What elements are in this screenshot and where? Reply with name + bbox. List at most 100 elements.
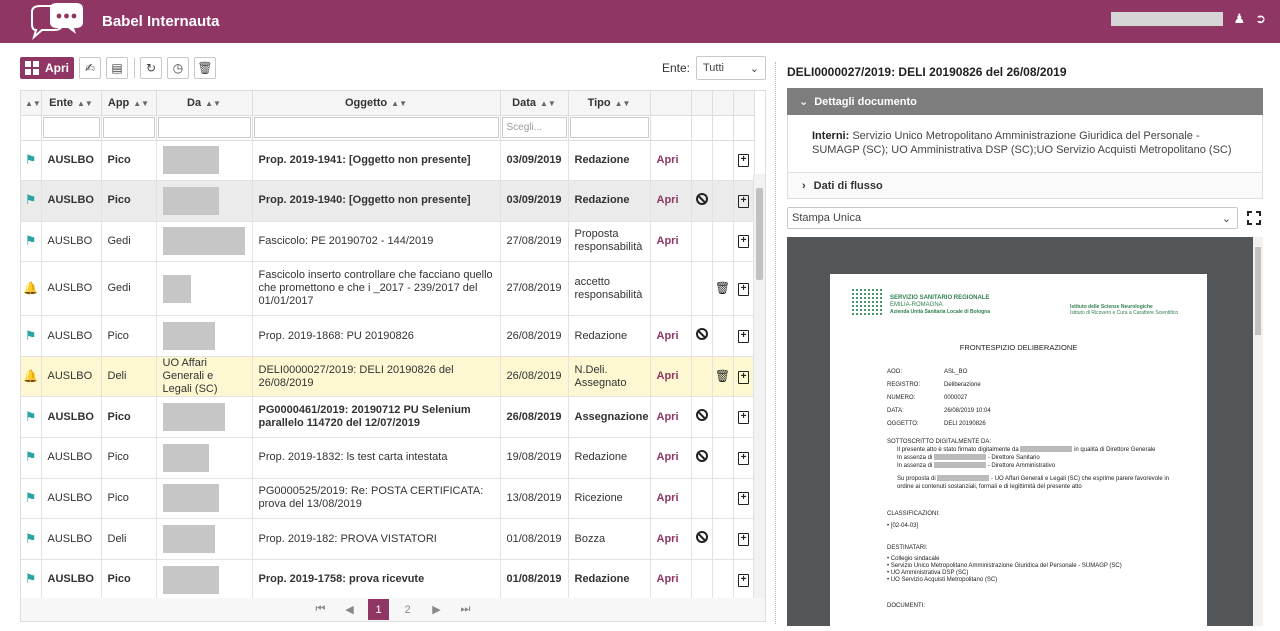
flow-data-accordion-header[interactable]: › Dati di flusso bbox=[787, 173, 1263, 199]
da-cell bbox=[156, 315, 253, 357]
open-link[interactable]: Apri bbox=[657, 451, 679, 463]
table-row[interactable]: ⚑ AUSLBO Pico PG0000461/2019: 20190712 PU S… bbox=[21, 396, 755, 439]
open-link[interactable]: Apri bbox=[657, 370, 679, 382]
user-icon[interactable]: ♟ bbox=[1233, 12, 1245, 26]
table-row[interactable]: ⚑ AUSLBO Pico Prop. 2019-1832: ls test cart… bbox=[21, 437, 755, 479]
logout-icon[interactable]: ➲ bbox=[1255, 12, 1266, 26]
last-page-button[interactable]: ⏭ bbox=[455, 599, 476, 620]
pdf-org-left: SERVIZIO SANITARIO REGIONALE EMILIA-ROMA… bbox=[890, 295, 991, 315]
add-document-icon[interactable]: + bbox=[738, 411, 749, 425]
table-row[interactable]: 🔔 AUSLBO Gedi Fascicolo inserto controllare… bbox=[21, 261, 755, 317]
sign-button[interactable]: ✍ bbox=[79, 57, 101, 79]
table-row[interactable]: ⚑ AUSLBO Pico PG0000525/2019: Re: POSTA CER… bbox=[21, 478, 755, 520]
next-page-button[interactable]: ▶ bbox=[426, 599, 447, 620]
oggetto-cell: DELI0000027/2019: DELI 20190826 del 26/0… bbox=[252, 356, 501, 398]
open-link[interactable]: Apri bbox=[657, 330, 679, 342]
trash-cell bbox=[712, 180, 734, 222]
prev-page-button[interactable]: ◀ bbox=[339, 599, 360, 620]
flag-icon[interactable]: ⚑ bbox=[25, 409, 37, 424]
filter-ente-input[interactable] bbox=[42, 117, 100, 138]
filter-da-input[interactable] bbox=[157, 117, 251, 138]
fullscreen-icon[interactable] bbox=[1247, 211, 1261, 225]
open-link[interactable]: Apri bbox=[657, 492, 679, 504]
trash-icon[interactable]: 🗑 bbox=[715, 369, 730, 383]
flag-icon[interactable]: ⚑ bbox=[25, 449, 37, 464]
add-document-icon[interactable]: + bbox=[738, 282, 749, 296]
history-button[interactable]: ◷ bbox=[167, 57, 189, 79]
ente-select[interactable]: Tutti ⌄ bbox=[696, 56, 766, 80]
table-row[interactable]: ⚑ AUSLBO Pico Prop. 2019-1941: [Oggetto non… bbox=[21, 140, 755, 182]
da-cell bbox=[156, 180, 253, 222]
open-link[interactable]: Apri bbox=[657, 235, 679, 247]
stamp-button[interactable]: ▤ bbox=[106, 57, 128, 79]
filter-tipo-input[interactable] bbox=[569, 117, 649, 138]
flag-icon[interactable]: ⚑ bbox=[25, 233, 37, 248]
flag-icon[interactable]: ⚑ bbox=[25, 490, 37, 505]
chevron-down-icon: ⌄ bbox=[749, 62, 759, 75]
bell-icon[interactable]: 🔔 bbox=[23, 369, 38, 383]
open-link[interactable]: Apri bbox=[657, 533, 679, 545]
add-document-icon[interactable]: + bbox=[738, 235, 749, 249]
page-2-button[interactable]: 2 bbox=[397, 599, 418, 620]
details-accordion-header[interactable]: ⌄ Dettagli documento bbox=[787, 88, 1263, 115]
filter-oggetto-input[interactable] bbox=[253, 117, 499, 138]
delete-button[interactable]: 🗑 bbox=[194, 57, 216, 79]
table-row[interactable]: ⚑ AUSLBO Pico Prop. 2019-1758: prova ricevu… bbox=[21, 559, 755, 599]
ban-icon[interactable] bbox=[695, 531, 708, 544]
preview-scrollbar[interactable] bbox=[1253, 237, 1263, 626]
flag-icon[interactable]: ⚑ bbox=[25, 328, 37, 343]
open-link[interactable]: Apri bbox=[657, 154, 679, 166]
table-row[interactable]: ⚑ AUSLBO Gedi Fascicolo: PE 20190702 - 144/… bbox=[21, 221, 755, 263]
col-header-oggetto[interactable]: Oggetto ▲▼ bbox=[252, 91, 501, 116]
filter-app-input[interactable] bbox=[102, 117, 155, 138]
add-document-icon[interactable]: + bbox=[738, 330, 749, 344]
table-row[interactable]: ⚑ AUSLBO Pico Prop. 2019-1940: [Oggetto non… bbox=[21, 180, 755, 222]
bell-icon[interactable]: 🔔 bbox=[23, 281, 38, 295]
flag-icon[interactable]: ⚑ bbox=[25, 152, 37, 167]
page-1-button[interactable]: 1 bbox=[368, 599, 389, 620]
add-document-icon[interactable]: + bbox=[738, 573, 749, 587]
table-scrollbar[interactable] bbox=[753, 174, 765, 599]
ban-icon[interactable] bbox=[695, 328, 708, 341]
add-document-icon[interactable]: + bbox=[738, 154, 749, 168]
da-cell bbox=[156, 437, 253, 479]
add-document-icon[interactable]: + bbox=[738, 451, 749, 465]
ente-select-value: Tutti bbox=[703, 62, 724, 74]
ban-icon[interactable] bbox=[695, 409, 708, 422]
ente-cell: AUSLBO bbox=[41, 180, 102, 222]
col-header-da[interactable]: Da ▲▼ bbox=[156, 91, 253, 116]
flag-icon[interactable]: ⚑ bbox=[25, 571, 37, 586]
panel-splitter[interactable] bbox=[775, 62, 776, 624]
filter-data-input[interactable]: Scegli... bbox=[501, 117, 567, 138]
open-button[interactable]: Apri bbox=[20, 57, 74, 79]
da-cell bbox=[156, 396, 253, 439]
open-link[interactable]: Apri bbox=[657, 573, 679, 585]
add-document-icon[interactable]: + bbox=[738, 370, 749, 384]
col-sort-all[interactable]: ▲▼ bbox=[21, 91, 42, 116]
ban-icon[interactable] bbox=[695, 449, 708, 462]
table-row[interactable]: 🔔 AUSLBO Deli UO Affari Generali e Legali (… bbox=[21, 356, 755, 398]
refresh-button[interactable]: ↻ bbox=[140, 57, 162, 79]
ban-icon[interactable] bbox=[695, 192, 708, 205]
col-header-app[interactable]: App ▲▼ bbox=[101, 91, 157, 116]
table-row[interactable]: ⚑ AUSLBO Deli Prop. 2019-182: PROVA VISTATO… bbox=[21, 518, 755, 560]
trash-icon[interactable]: 🗑 bbox=[715, 281, 730, 295]
open-link[interactable]: Apri bbox=[657, 194, 679, 206]
col-header-data[interactable]: Data ▲▼ bbox=[500, 91, 569, 116]
history-icon: ◷ bbox=[172, 61, 184, 75]
flag-icon[interactable]: ⚑ bbox=[25, 531, 37, 546]
col-header-trash bbox=[712, 91, 734, 116]
col-header-tipo[interactable]: Tipo ▲▼ bbox=[568, 91, 651, 116]
first-page-button[interactable]: ⏮ bbox=[310, 599, 331, 620]
open-link[interactable]: Apri bbox=[657, 411, 679, 423]
print-type-select[interactable]: Stampa Unica ⌄ bbox=[787, 207, 1238, 229]
user-name[interactable] bbox=[1111, 12, 1224, 26]
add-document-icon[interactable]: + bbox=[738, 533, 749, 547]
da-cell bbox=[156, 518, 253, 560]
col-header-ente[interactable]: Ente ▲▼ bbox=[41, 91, 102, 116]
flag-icon[interactable]: ⚑ bbox=[25, 192, 37, 207]
add-document-icon[interactable]: + bbox=[738, 194, 749, 208]
add-document-icon[interactable]: + bbox=[738, 492, 749, 506]
pdf-preview[interactable]: SERVIZIO SANITARIO REGIONALE EMILIA-ROMA… bbox=[787, 237, 1263, 626]
table-row[interactable]: ⚑ AUSLBO Pico Prop. 2019-1868: PU 20190826 2… bbox=[21, 315, 755, 357]
